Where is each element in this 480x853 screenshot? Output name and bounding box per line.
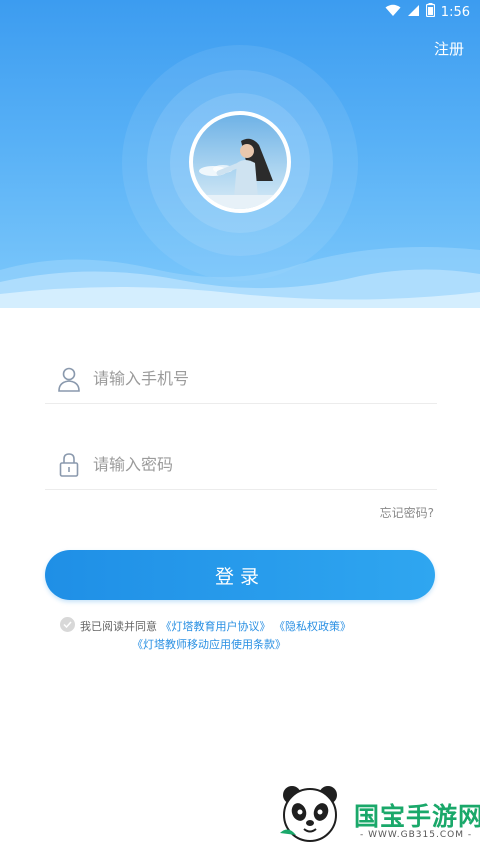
phone-field[interactable] [45, 354, 437, 404]
agree-checkbox[interactable] [60, 617, 75, 632]
user-agreement-link[interactable]: 《灯塔教育用户协议》 [161, 620, 271, 633]
forgot-password-link[interactable]: 忘记密码? [380, 504, 434, 521]
header-banner: 1:56 注册 [0, 0, 480, 308]
terms-link[interactable]: 《灯塔教师移动应用使用条款》 [132, 638, 286, 651]
watermark: 国宝手游网 - WWW.GB315.COM - [264, 771, 480, 853]
agreement-line-2: 《灯塔教师移动应用使用条款》 [132, 636, 286, 652]
user-icon [53, 365, 85, 393]
panda-logo-icon [280, 786, 337, 842]
status-bar: 1:56 [0, 0, 480, 24]
phone-input[interactable] [93, 369, 413, 388]
wave-decoration [0, 247, 480, 308]
login-button[interactable]: 登录 [45, 550, 435, 600]
privacy-policy-link[interactable]: 《隐私权政策》 [274, 620, 351, 633]
watermark-url: - WWW.GB315.COM - [360, 830, 473, 840]
agreement-line-1: 我已阅读并同意 《灯塔教育用户协议》 《隐私权政策》 [80, 618, 351, 634]
status-time: 1:56 [440, 4, 470, 20]
avatar [189, 111, 291, 213]
lock-icon [53, 451, 85, 479]
check-icon [63, 621, 72, 628]
battery-icon [425, 3, 435, 21]
wifi-icon [385, 4, 401, 21]
signal-icon [407, 4, 420, 21]
password-field[interactable] [45, 440, 437, 490]
watermark-title: 国宝手游网 [354, 802, 480, 831]
password-input[interactable] [93, 455, 413, 474]
register-link[interactable]: 注册 [434, 38, 464, 59]
agreement-prefix: 我已阅读并同意 [80, 620, 157, 633]
